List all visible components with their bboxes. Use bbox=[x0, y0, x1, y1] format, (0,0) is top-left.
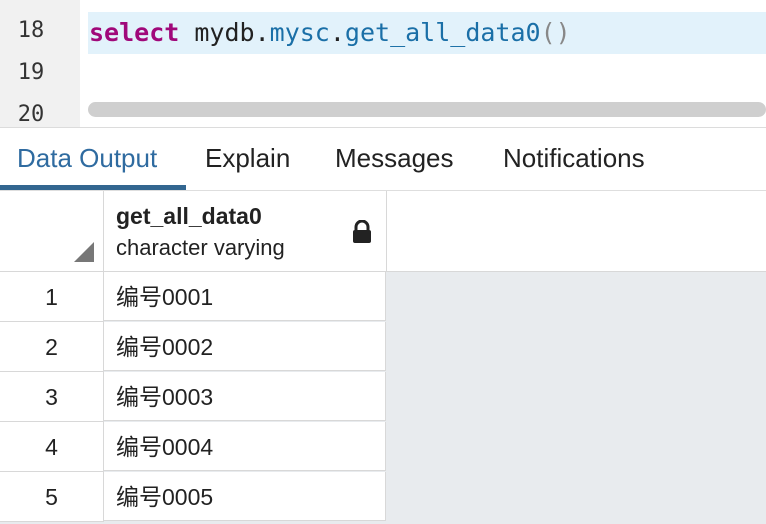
data-cell[interactable]: 编号0002 bbox=[104, 322, 386, 371]
tab-data-output[interactable]: Data Output bbox=[17, 128, 157, 190]
select-all-corner[interactable] bbox=[0, 191, 104, 272]
line-number-gutter: 18 19 20 bbox=[0, 0, 80, 127]
line-number: 18 bbox=[17, 18, 45, 43]
column-name: get_all_data0 bbox=[116, 203, 262, 229]
corner-triangle-icon bbox=[74, 242, 94, 262]
table-row[interactable]: 5 编号0005 bbox=[0, 472, 387, 522]
row-number: 5 bbox=[0, 472, 104, 522]
lock-icon bbox=[353, 220, 371, 243]
sql-database: mydb. bbox=[194, 18, 270, 47]
data-cell[interactable]: 编号0005 bbox=[104, 472, 386, 521]
table-row[interactable]: 4 编号0004 bbox=[0, 422, 387, 472]
sql-parens: () bbox=[540, 18, 571, 47]
sql-schema: mysc bbox=[269, 18, 330, 47]
sql-keyword: select bbox=[89, 18, 180, 47]
row-number: 1 bbox=[0, 272, 104, 322]
line-number: 20 bbox=[17, 102, 45, 127]
horizontal-scrollbar[interactable] bbox=[88, 102, 766, 117]
active-tab-indicator bbox=[0, 185, 186, 190]
table-row[interactable]: 2 编号0002 bbox=[0, 322, 387, 372]
sql-dot: . bbox=[329, 18, 345, 47]
header-filler bbox=[387, 191, 766, 272]
table-row[interactable]: 3 编号0003 bbox=[0, 372, 387, 422]
column-header[interactable]: get_all_data0 character varying bbox=[104, 191, 387, 272]
data-cell[interactable]: 编号0004 bbox=[104, 422, 386, 471]
tab-messages[interactable]: Messages bbox=[335, 128, 454, 190]
table-row[interactable]: 1 编号0001 bbox=[0, 272, 387, 322]
data-grid: get_all_data0 character varying 1 编号0001… bbox=[0, 191, 766, 524]
row-number: 2 bbox=[0, 322, 104, 372]
data-cell[interactable]: 编号0003 bbox=[104, 372, 386, 421]
column-type: character varying bbox=[116, 235, 285, 260]
tab-explain[interactable]: Explain bbox=[205, 128, 290, 190]
row-number: 4 bbox=[0, 422, 104, 472]
data-cell[interactable]: 编号0001 bbox=[104, 272, 386, 321]
sql-function-name: get_all_data0 bbox=[344, 18, 541, 47]
tab-notifications[interactable]: Notifications bbox=[503, 128, 645, 190]
sql-code-line[interactable]: select mydb.mysc.get_all_data0() bbox=[89, 14, 571, 52]
result-tabs: Data Output Explain Messages Notificatio… bbox=[0, 128, 766, 191]
line-number: 19 bbox=[17, 60, 45, 85]
sql-editor[interactable]: 18 19 20 select mydb.mysc.get_all_data0(… bbox=[0, 0, 766, 127]
row-number: 3 bbox=[0, 372, 104, 422]
